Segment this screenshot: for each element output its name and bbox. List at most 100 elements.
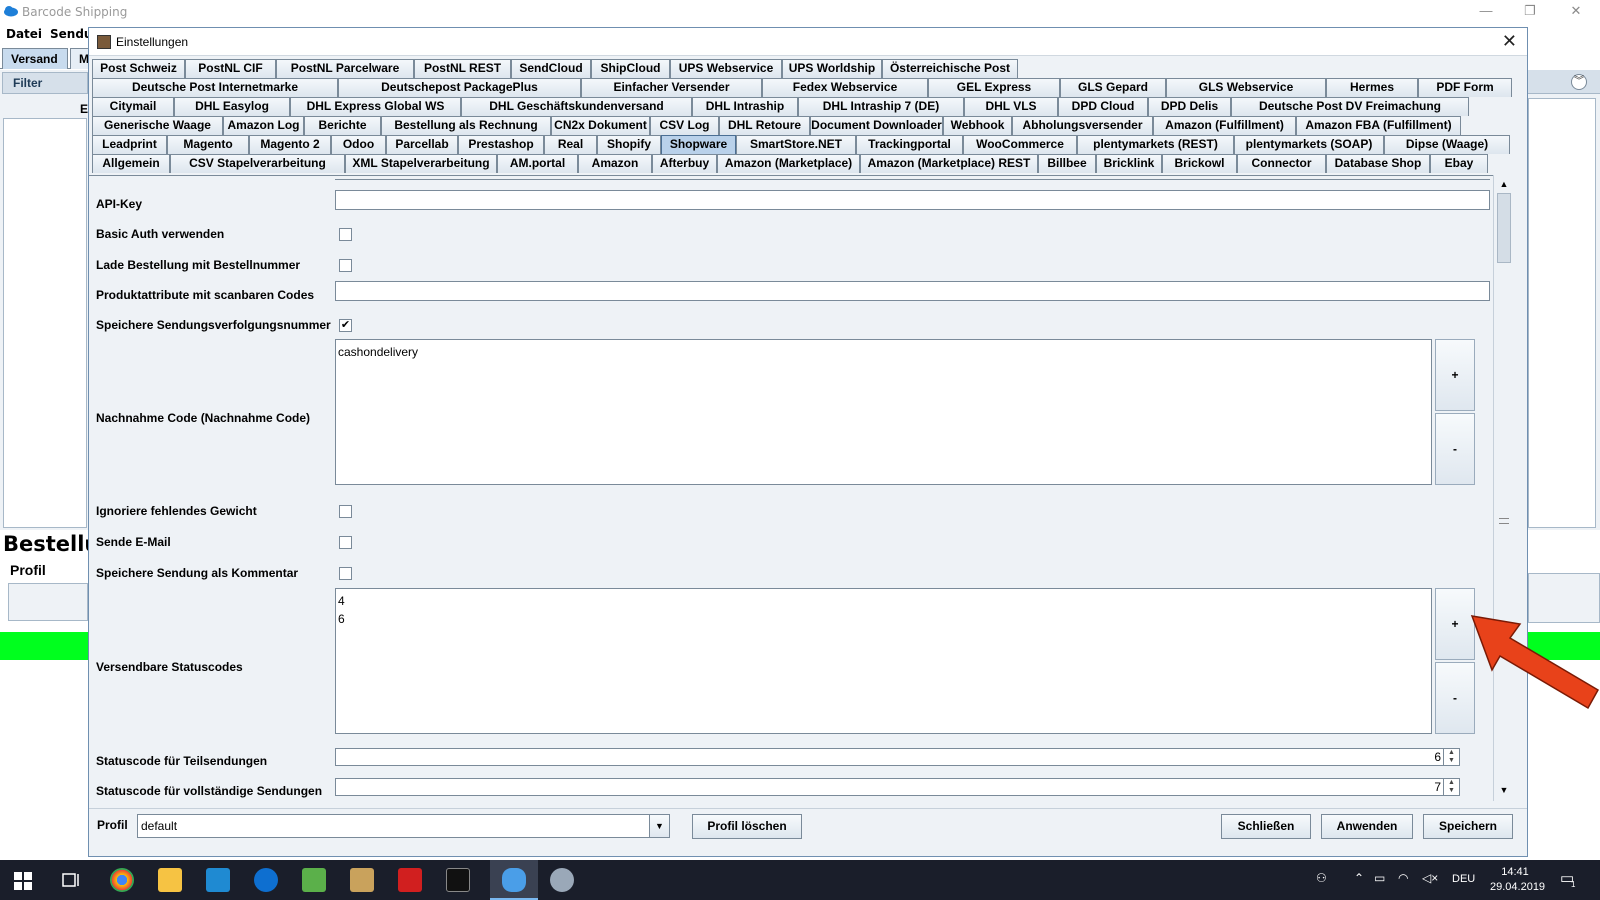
- windows-start-icon[interactable]: [14, 872, 32, 890]
- tab-document-downloader[interactable]: Document Downloader: [810, 116, 943, 135]
- tab-generische-waage[interactable]: Generische Waage: [92, 116, 223, 135]
- tab-parcellab[interactable]: Parcellab: [386, 135, 458, 154]
- terminal-icon[interactable]: [446, 868, 470, 892]
- tab-fedex-webservice[interactable]: Fedex Webservice: [762, 78, 928, 97]
- tab-postnl-cif[interactable]: PostNL CIF: [185, 59, 276, 78]
- tab-dhl-geschäftskundenversand[interactable]: DHL Geschäftskundenversand: [461, 97, 692, 116]
- anwenden-button[interactable]: Anwenden: [1321, 814, 1413, 839]
- tab-dhl-retoure[interactable]: DHL Retoure: [719, 116, 810, 135]
- file-explorer-icon[interactable]: [158, 868, 182, 892]
- menu-sendungen[interactable]: Sendu: [50, 27, 92, 41]
- tab-deutsche-post-internetmarke[interactable]: Deutsche Post Internetmarke: [92, 78, 338, 97]
- tab-ups-worldship[interactable]: UPS Worldship: [782, 59, 882, 78]
- tab-dhl-intraship[interactable]: DHL Intraship: [692, 97, 798, 116]
- close-main-icon[interactable]: ✕: [1566, 2, 1586, 20]
- tab-dpd-cloud[interactable]: DPD Cloud: [1058, 97, 1148, 116]
- vollstaendig-spinner[interactable]: 7 ▲ ▼: [335, 778, 1460, 796]
- tab-pdf-form[interactable]: PDF Form: [1418, 78, 1512, 97]
- tab-smartstore-net[interactable]: SmartStore.NET: [736, 135, 856, 154]
- vscode-icon[interactable]: [206, 868, 230, 892]
- tab-abholungsversender[interactable]: Abholungsversender: [1012, 116, 1153, 135]
- tab-post-schweiz[interactable]: Post Schweiz: [92, 59, 185, 78]
- tab-dhl-express-global-ws[interactable]: DHL Express Global WS: [290, 97, 461, 116]
- restore-icon[interactable]: ❐: [1520, 2, 1540, 20]
- tab-webhook[interactable]: Webhook: [943, 116, 1012, 135]
- tab-cn2x-dokument[interactable]: CN2x Dokument: [551, 116, 650, 135]
- teilsendungen-spinner[interactable]: 6 ▲ ▼: [335, 748, 1460, 766]
- tab-am-portal[interactable]: AM.portal: [497, 154, 578, 173]
- speichern-button[interactable]: Speichern: [1423, 814, 1513, 839]
- scroll-up-icon[interactable]: ▲: [1496, 177, 1512, 191]
- tab-amazon-log[interactable]: Amazon Log: [223, 116, 304, 135]
- tab-dhl-easylog[interactable]: DHL Easylog: [174, 97, 290, 116]
- tab-gls-webservice[interactable]: GLS Webservice: [1166, 78, 1326, 97]
- tab-amazon-fba-fulfillment[interactable]: Amazon FBA (Fulfillment): [1296, 116, 1461, 135]
- sende-email-checkbox[interactable]: [339, 536, 352, 549]
- tab-ebay[interactable]: Ebay: [1430, 154, 1488, 173]
- volume-mute-icon[interactable]: ◁×: [1422, 871, 1438, 885]
- tab-einfacher-versender[interactable]: Einfacher Versender: [581, 78, 762, 97]
- chrome-icon[interactable]: [110, 868, 134, 892]
- basic-auth-checkbox[interactable]: [339, 228, 352, 241]
- tab-citymail[interactable]: Citymail: [92, 97, 174, 116]
- nachnahme-textarea[interactable]: cashondelivery: [335, 339, 1432, 485]
- tab-trackingportal[interactable]: Trackingportal: [856, 135, 963, 154]
- teamviewer-icon[interactable]: [254, 868, 278, 892]
- speichere-tracking-checkbox[interactable]: ✔: [339, 319, 352, 332]
- tab-brickowl[interactable]: Brickowl: [1162, 154, 1237, 173]
- tab-csv-stapelverarbeitung[interactable]: CSV Stapelverarbeitung: [170, 154, 345, 173]
- tab-afterbuy[interactable]: Afterbuy: [652, 154, 717, 173]
- menu-datei[interactable]: Datei: [6, 27, 42, 41]
- profil-combobox[interactable]: default ▼: [137, 814, 670, 838]
- battery-icon[interactable]: ▭: [1374, 871, 1385, 885]
- tab-dpd-delis[interactable]: DPD Delis: [1148, 97, 1231, 116]
- collapse-chevron-icon[interactable]: ︾: [1571, 74, 1587, 90]
- tab-dipse-waage[interactable]: Dipse (Waage): [1384, 135, 1510, 154]
- tab-sendcloud[interactable]: SendCloud: [511, 59, 591, 78]
- tab-ups-webservice[interactable]: UPS Webservice: [670, 59, 782, 78]
- wifi-icon[interactable]: ◠: [1398, 871, 1408, 885]
- tab-shopify[interactable]: Shopify: [597, 135, 661, 154]
- lade-bestellung-checkbox[interactable]: [339, 259, 352, 272]
- profil-loeschen-button[interactable]: Profil löschen: [692, 814, 802, 839]
- tab-csv-log[interactable]: CSV Log: [650, 116, 719, 135]
- versendbare-statuscodes-textarea[interactable]: 4 6: [335, 588, 1432, 734]
- speichere-kommentar-checkbox[interactable]: [339, 567, 352, 580]
- tab-odoo[interactable]: Odoo: [331, 135, 386, 154]
- filter-bar[interactable]: Filter: [2, 72, 88, 94]
- tab-dhl-intraship-7-de[interactable]: DHL Intraship 7 (DE): [798, 97, 964, 116]
- scroll-down-icon[interactable]: ▼: [1496, 783, 1512, 797]
- tab-gls-gepard[interactable]: GLS Gepard: [1060, 78, 1166, 97]
- tab-prestashop[interactable]: Prestashop: [458, 135, 544, 154]
- language-indicator[interactable]: DEU: [1452, 873, 1475, 885]
- nachnahme-remove-button[interactable]: -: [1435, 413, 1475, 485]
- people-icon[interactable]: ⚇: [1316, 871, 1327, 885]
- spinner-arrows-icon[interactable]: ▲ ▼: [1443, 749, 1459, 765]
- tab-woocommerce[interactable]: WooCommerce: [963, 135, 1077, 154]
- notepad-plus-icon[interactable]: [302, 868, 326, 892]
- ignoriere-gewicht-checkbox[interactable]: [339, 505, 352, 518]
- tab-amazon-marketplace-rest[interactable]: Amazon (Marketplace) REST: [860, 154, 1038, 173]
- tab-hermes[interactable]: Hermes: [1326, 78, 1418, 97]
- spinner-arrows-icon[interactable]: ▲ ▼: [1443, 779, 1459, 795]
- dialog-close-icon[interactable]: ✕: [1502, 30, 1517, 52]
- tab-bestellung-als-rechnung[interactable]: Bestellung als Rechnung: [381, 116, 551, 135]
- tab-bricklink[interactable]: Bricklink: [1096, 154, 1162, 173]
- statuscode-add-button[interactable]: +: [1435, 588, 1475, 660]
- tab-plentymarkets-soap[interactable]: plentymarkets (SOAP): [1234, 135, 1384, 154]
- tab-gel-express[interactable]: GEL Express: [928, 78, 1060, 97]
- tab-österreichische-post[interactable]: Österreichische Post: [882, 59, 1018, 78]
- paint-icon[interactable]: [550, 868, 574, 892]
- tab-deutsche-post-dv-freimachung[interactable]: Deutsche Post DV Freimachung: [1231, 97, 1469, 116]
- scroll-thumb[interactable]: [1497, 193, 1511, 263]
- tab-dhl-vls[interactable]: DHL VLS: [964, 97, 1058, 116]
- chevron-up-icon[interactable]: ⌃: [1354, 871, 1364, 885]
- nachnahme-add-button[interactable]: +: [1435, 339, 1475, 411]
- main-tab-versand[interactable]: Versand: [2, 48, 68, 69]
- barcode-shipping-icon[interactable]: [502, 868, 526, 892]
- tab-amazon[interactable]: Amazon: [578, 154, 652, 173]
- produktattribute-input[interactable]: [335, 281, 1490, 301]
- tab-magento-2[interactable]: Magento 2: [249, 135, 331, 154]
- tab-allgemein[interactable]: Allgemein: [92, 154, 170, 173]
- tab-connector[interactable]: Connector: [1237, 154, 1326, 173]
